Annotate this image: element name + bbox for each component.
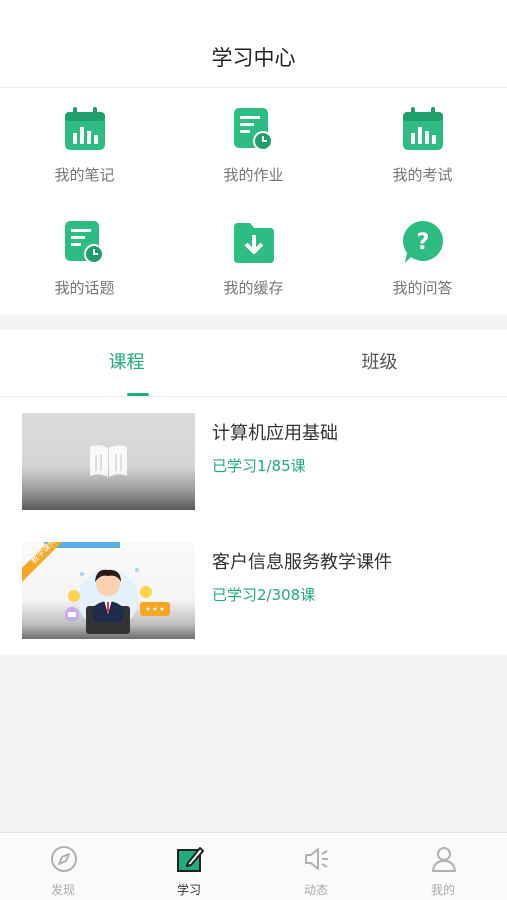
speaker-icon [305, 848, 328, 870]
compass-icon [51, 846, 77, 872]
tab-active-indicator [127, 393, 149, 396]
notebook-pen-icon [177, 847, 204, 872]
grid-item-label: 我的考试 [392, 166, 453, 184]
grid-item-label: 我的作业 [223, 166, 284, 184]
grid-item-qa[interactable]: ? 我的问答 [338, 201, 507, 314]
course-cover-illustration: 教学课件 [22, 542, 170, 634]
course-thumbnail [22, 413, 195, 510]
question-bubble-icon: ? [403, 221, 443, 263]
nav-me[interactable]: 我的 [380, 833, 506, 900]
calendar-chart-icon [65, 107, 105, 150]
course-progress: 已学习2/308课 [212, 586, 316, 604]
grid-item-cache[interactable]: 我的缓存 [169, 201, 338, 314]
grid-item-exams[interactable]: 我的考试 [338, 88, 507, 201]
course-badge: 教学课件 [28, 542, 58, 565]
course-thumbnail: 教学课件 [22, 542, 195, 639]
calendar-chart-icon [403, 107, 443, 150]
folder-download-icon [234, 223, 274, 263]
nav-activity[interactable]: 动态 [253, 833, 379, 900]
grid-item-topics[interactable]: 我的话题 [0, 201, 169, 314]
nav-label: 动态 [303, 883, 328, 897]
grid-item-label: 我的问答 [392, 279, 453, 297]
grid-item-label: 我的缓存 [223, 279, 284, 297]
nav-label: 学习 [176, 883, 201, 897]
document-clock-icon [65, 221, 104, 264]
header-bar: 学习中心 [0, 0, 507, 88]
nav-label: 我的 [430, 883, 455, 897]
tab-classes[interactable]: 班级 [253, 330, 506, 397]
bottom-nav: 发现 学习 动态 我的 [0, 832, 507, 900]
svg-text:?: ? [417, 230, 430, 255]
book-icon [90, 445, 127, 477]
tab-bar: 课程 班级 [0, 330, 507, 397]
page-title: 学习中心 [211, 46, 296, 70]
grid-item-label: 我的话题 [54, 279, 115, 297]
grid-item-homework[interactable]: 我的作业 [169, 88, 338, 201]
grid-item-notes[interactable]: 我的笔记 [0, 88, 169, 201]
nav-study[interactable]: 学习 [126, 833, 252, 900]
course-progress: 已学习1/85课 [212, 457, 306, 475]
user-icon [432, 847, 456, 872]
nav-label: 发现 [50, 883, 75, 897]
feature-grid: 我的笔记 我的作业 我的考试 我的话题 我的缓存 ? 我的问答 [0, 88, 507, 315]
course-title: 客户信息服务教学课件 [212, 552, 392, 573]
course-item[interactable]: 教学课件 客户信息服务教学课件 已学习2/308课 [0, 526, 507, 654]
nav-discover[interactable]: 发现 [0, 833, 126, 900]
grid-item-label: 我的笔记 [54, 166, 115, 184]
tab-courses[interactable]: 课程 [0, 330, 253, 397]
course-item[interactable]: 计算机应用基础 已学习1/85课 [0, 397, 507, 525]
course-list: 计算机应用基础 已学习1/85课 教学课件 客户信息服务教学课件 已学习2/30… [0, 397, 507, 655]
course-title: 计算机应用基础 [212, 423, 338, 444]
document-clock-icon [234, 108, 273, 151]
